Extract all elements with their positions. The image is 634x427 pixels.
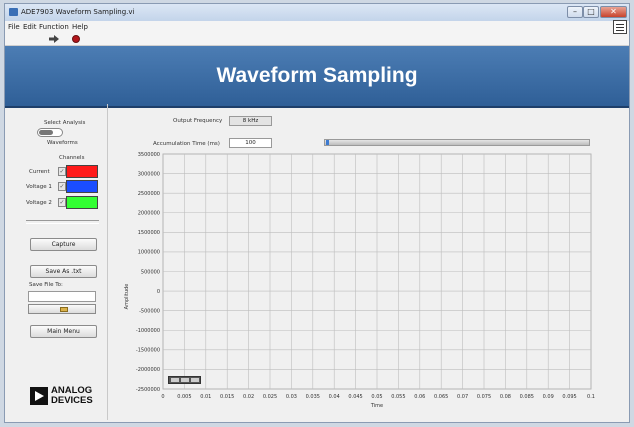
x-tick-label: 0.02 xyxy=(243,394,254,400)
x-tick-label: 0.035 xyxy=(306,394,320,400)
x-tick-label: 0.05 xyxy=(371,394,382,400)
y-tick-label: -2500000 xyxy=(136,387,160,393)
x-axis-label: Time xyxy=(370,403,383,409)
y-tick-label: 3000000 xyxy=(138,171,160,177)
x-tick-label: 0.075 xyxy=(477,394,491,400)
x-tick-label: 0 xyxy=(161,394,164,400)
x-tick-label: 0.08 xyxy=(500,394,511,400)
x-tick-label: 0.055 xyxy=(391,394,405,400)
graph-palette[interactable] xyxy=(168,376,201,384)
waveform-graph[interactable]: 3500000 3000000 2500000 2000000 1500000 10000… xyxy=(0,0,634,427)
y-tick-label: -500000 xyxy=(139,308,160,314)
y-tick-label: 0 xyxy=(157,289,160,295)
cursor-tool-icon[interactable] xyxy=(171,378,179,382)
y-axis-label: Amplitude xyxy=(124,284,130,310)
y-tick-label: 1000000 xyxy=(138,250,160,256)
y-tick-label: 2000000 xyxy=(138,211,160,217)
y-tick-label: 1500000 xyxy=(138,230,160,236)
x-tick-label: 0.01 xyxy=(200,394,211,400)
x-tick-label: 0.07 xyxy=(457,394,468,400)
x-tick-label: 0.045 xyxy=(348,394,362,400)
y-tick-label: -2000000 xyxy=(136,367,160,373)
y-tick-label: -1500000 xyxy=(136,348,160,354)
x-tick-label: 0.015 xyxy=(220,394,234,400)
y-tick-label: 500000 xyxy=(141,269,160,275)
x-tick-label: 0.04 xyxy=(329,394,340,400)
x-tick-label: 0.025 xyxy=(263,394,277,400)
y-tick-label: -1000000 xyxy=(136,328,160,334)
x-tick-label: 0.1 xyxy=(587,394,595,400)
pan-tool-icon[interactable] xyxy=(191,378,199,382)
x-tick-label: 0.03 xyxy=(286,394,297,400)
x-tick-label: 0.065 xyxy=(434,394,448,400)
x-tick-label: 0.005 xyxy=(177,394,191,400)
y-tick-label: 2500000 xyxy=(138,191,160,197)
y-tick-label: 3500000 xyxy=(138,152,160,158)
zoom-tool-icon[interactable] xyxy=(181,378,189,382)
x-tick-label: 0.085 xyxy=(520,394,534,400)
x-tick-label: 0.095 xyxy=(562,394,576,400)
x-tick-label: 0.06 xyxy=(414,394,425,400)
x-tick-label: 0.09 xyxy=(543,394,554,400)
